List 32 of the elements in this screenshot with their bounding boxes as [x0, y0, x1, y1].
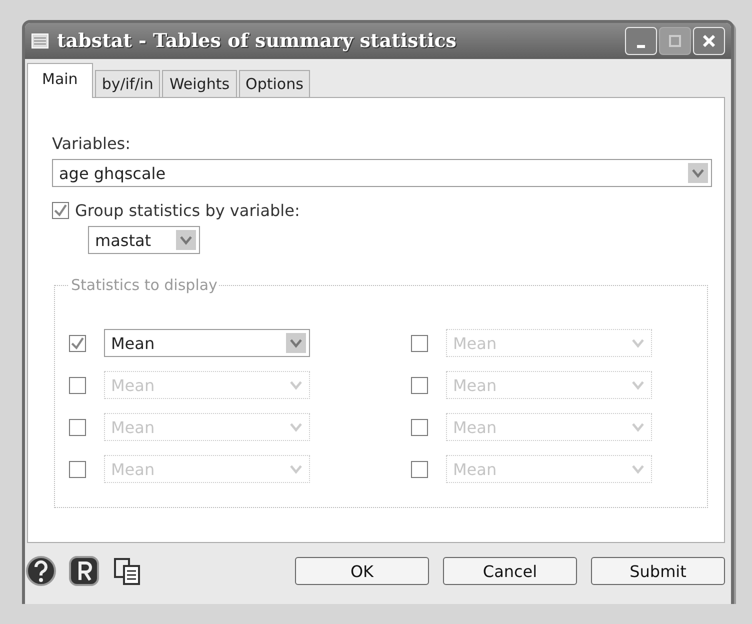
statistic-checkbox[interactable]	[411, 460, 428, 478]
group-variable-combobox[interactable]: mastat	[88, 226, 200, 254]
tab[interactable]: Main	[27, 63, 93, 98]
statistic-checkbox[interactable]	[411, 334, 428, 352]
variables-combobox[interactable]: age ghqscale	[52, 159, 712, 187]
statistic-checkbox[interactable]	[411, 418, 428, 436]
statistic-checkbox[interactable]	[69, 334, 86, 352]
statistic-combobox[interactable]: Mean	[104, 329, 310, 357]
tab[interactable]: by/if/in	[94, 70, 160, 97]
statistic-checkbox[interactable]	[69, 460, 86, 478]
statistic-checkbox[interactable]	[69, 376, 86, 394]
window-title: tabstat - Tables of summary statistics	[57, 30, 458, 52]
dialog-button[interactable]: OK	[295, 557, 429, 585]
minimize-button[interactable]	[625, 27, 657, 55]
reset-icon[interactable]	[68, 555, 100, 587]
statistic-checkbox[interactable]	[69, 418, 86, 436]
close-icon	[703, 35, 715, 47]
copy-icon[interactable]	[111, 555, 143, 587]
statistic-checkbox[interactable]	[411, 376, 428, 394]
variables-label: Variables:	[52, 134, 132, 153]
tab[interactable]: Options	[238, 70, 310, 97]
tab[interactable]: Weights	[162, 70, 237, 97]
help-icon[interactable]	[25, 555, 57, 587]
dialog-button[interactable]: Cancel	[443, 557, 577, 585]
minimize-icon	[637, 44, 645, 48]
group-checkbox[interactable]	[52, 202, 69, 219]
close-button[interactable]	[693, 27, 725, 55]
group-checkbox-label: Group statistics by variable:	[75, 201, 300, 220]
group-title: Statistics to display	[70, 276, 218, 294]
dialog-button[interactable]: Submit	[591, 557, 725, 585]
window-icon	[31, 33, 49, 49]
maximize-icon	[669, 35, 681, 47]
